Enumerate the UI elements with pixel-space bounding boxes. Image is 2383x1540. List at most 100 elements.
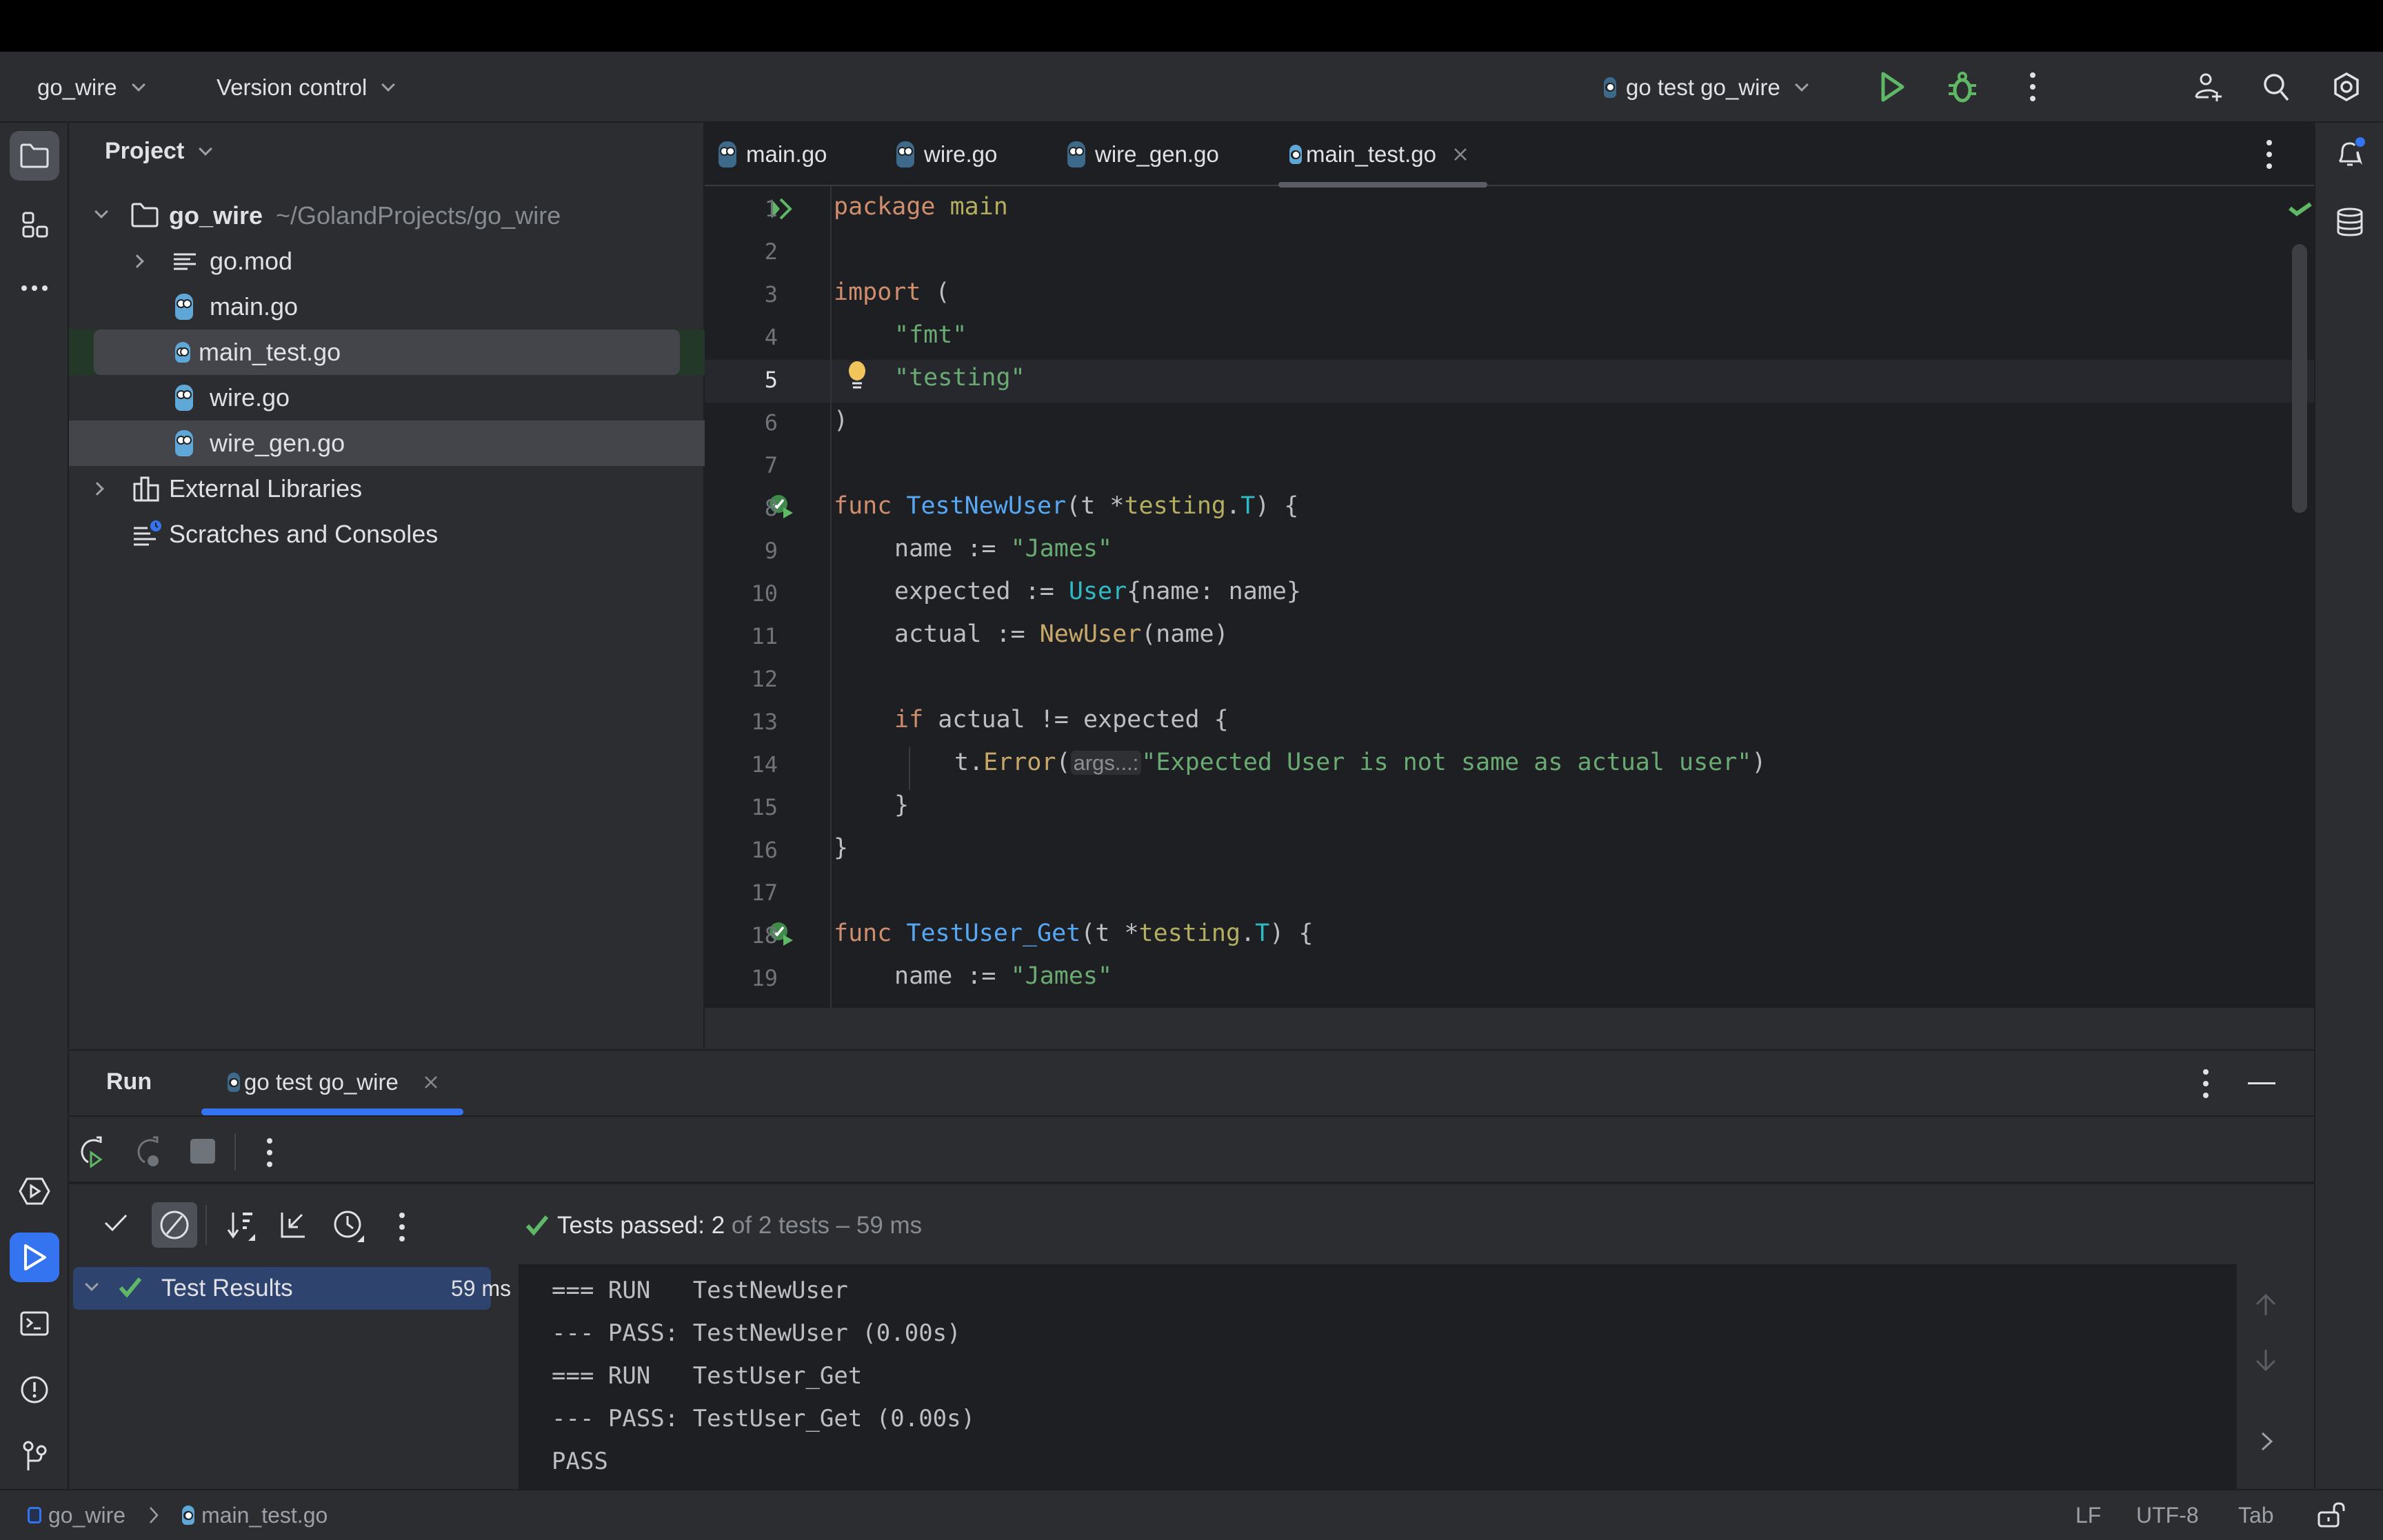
console-line: --- PASS: TestNewUser (0.00s) xyxy=(552,1319,961,1347)
breadcrumb-file[interactable]: main_test.go xyxy=(201,1503,328,1528)
run-panel-more-button[interactable] xyxy=(2202,1068,2209,1102)
project-icon xyxy=(20,143,49,168)
console-line: PASS xyxy=(552,1448,608,1475)
indent-setting[interactable]: Tab xyxy=(2238,1490,2274,1540)
code-line-9: name := "James" xyxy=(894,535,1113,563)
tree-item-scratches[interactable]: Scratches and Consoles xyxy=(69,511,705,557)
gopher-icon xyxy=(1604,77,1616,98)
minimize-icon[interactable] xyxy=(2248,1082,2275,1084)
breadcrumb: go_wire main_test.go xyxy=(28,1490,328,1540)
project-panel-title[interactable]: Project xyxy=(105,138,213,165)
tab-wire-go[interactable]: wire.go xyxy=(896,123,997,186)
notifications-button[interactable] xyxy=(2325,128,2375,178)
chevron-down-icon xyxy=(381,77,396,92)
gopher-icon xyxy=(182,1506,195,1525)
more-tools-button[interactable] xyxy=(10,263,59,313)
code-line-5: "testing" xyxy=(894,364,1025,392)
history-icon[interactable] xyxy=(332,1209,365,1244)
editor-more-button[interactable] xyxy=(2266,139,2273,173)
root-path: ~/GolandProjects/go_wire xyxy=(276,201,561,230)
unlock-icon[interactable] xyxy=(2317,1501,2347,1529)
services-tool-button[interactable] xyxy=(10,1166,59,1216)
run-config-selector[interactable]: go test go_wire xyxy=(1604,52,1809,123)
tree-item-external-libraries[interactable]: External Libraries xyxy=(69,466,705,511)
line-number: 7 xyxy=(764,452,778,478)
close-icon[interactable] xyxy=(1453,147,1468,162)
console-output[interactable]: === RUN TestNewUser --- PASS: TestNewUse… xyxy=(519,1264,2237,1490)
run-tool-button[interactable] xyxy=(10,1233,59,1282)
code-editor[interactable]: main.go wire.go wire_gen.go main_test.go… xyxy=(705,123,2314,1048)
line-number: 11 xyxy=(751,623,778,649)
gopher-icon xyxy=(896,141,914,168)
tree-item-wire-go[interactable]: wire.go xyxy=(69,375,705,421)
rerun-failed-icon[interactable] xyxy=(135,1136,165,1168)
line-number: 3 xyxy=(764,281,778,307)
code-line-3: import ( xyxy=(834,278,950,306)
tree-item-main-test-go[interactable]: main_test.go xyxy=(69,330,705,375)
gopher-icon xyxy=(228,1073,240,1092)
show-ignored-button[interactable] xyxy=(152,1202,197,1248)
arrow-down-icon[interactable] xyxy=(2255,1348,2277,1372)
line-number: 13 xyxy=(751,709,778,735)
tree-root-go-wire[interactable]: go_wire ~/GolandProjects/go_wire xyxy=(69,193,705,239)
tree-item-go-mod[interactable]: go.mod xyxy=(69,239,705,284)
run-tab-go-test[interactable]: go test go_wire xyxy=(201,1051,463,1115)
vcs-label: Version control xyxy=(217,74,368,100)
structure-tool-button[interactable] xyxy=(10,200,59,250)
settings-icon xyxy=(2334,72,2359,102)
tab-main-go[interactable]: main.go xyxy=(718,123,827,186)
close-icon[interactable] xyxy=(423,1075,439,1090)
line-separator[interactable]: LF xyxy=(2075,1490,2101,1540)
settings-button[interactable] xyxy=(2328,68,2365,105)
file-encoding[interactable]: UTF-8 xyxy=(2136,1490,2199,1540)
problems-icon xyxy=(21,1376,48,1404)
more-vertical-icon[interactable] xyxy=(266,1137,273,1168)
chevron-down-icon xyxy=(94,205,108,219)
database-button[interactable] xyxy=(2325,197,2375,247)
code-line-16: } xyxy=(834,834,849,862)
console-line: --- PASS: TestUser_Get (0.00s) xyxy=(552,1405,976,1432)
tree-item-wire-gen-go[interactable]: wire_gen.go xyxy=(69,421,705,466)
more-vertical-icon[interactable] xyxy=(399,1212,405,1242)
terminal-icon xyxy=(20,1311,49,1336)
module-icon xyxy=(28,1507,41,1523)
intention-bulb-icon[interactable] xyxy=(847,360,867,394)
arrow-up-icon[interactable] xyxy=(2255,1293,2277,1317)
terminal-tool-button[interactable] xyxy=(10,1299,59,1348)
chevron-down-icon xyxy=(199,141,213,156)
tab-wire-gen-go[interactable]: wire_gen.go xyxy=(1067,123,1219,186)
code-with-me-button[interactable] xyxy=(2191,68,2226,105)
chevron-down-icon xyxy=(1794,77,1809,92)
more-vertical-icon xyxy=(2203,1069,2209,1098)
git-tool-button[interactable] xyxy=(10,1431,59,1481)
run-config-label: go test go_wire xyxy=(1626,74,1780,100)
editor-scrollbar[interactable] xyxy=(2292,244,2307,513)
more-vertical-icon xyxy=(2030,72,2035,101)
run-button[interactable] xyxy=(1876,70,1910,104)
rerun-icon[interactable] xyxy=(79,1136,109,1168)
code-line-13: if actual != expected { xyxy=(894,706,1229,733)
project-tool-button[interactable] xyxy=(10,131,59,181)
toolbar-divider xyxy=(205,1205,207,1245)
debug-button[interactable] xyxy=(1943,68,1982,107)
tests-summary: Tests passed: 2 of 2 tests – 59 ms xyxy=(525,1187,922,1264)
show-passed-icon[interactable] xyxy=(103,1213,128,1234)
more-button[interactable] xyxy=(2020,70,2045,104)
tab-main-test-go[interactable]: main_test.go xyxy=(1278,123,1487,188)
structure-icon xyxy=(22,212,48,238)
line-number: 4 xyxy=(764,324,778,350)
inspection-ok-icon[interactable] xyxy=(2288,201,2313,216)
chevron-right-icon[interactable] xyxy=(2260,1431,2274,1452)
status-bar: go_wire main_test.go LF UTF-8 Tab xyxy=(0,1489,2383,1540)
search-button[interactable] xyxy=(2259,70,2293,104)
tree-item-main-go[interactable]: main.go xyxy=(69,284,705,330)
sort-icon[interactable] xyxy=(226,1210,258,1242)
stop-icon[interactable] xyxy=(190,1139,215,1164)
problems-tool-button[interactable] xyxy=(10,1365,59,1415)
breadcrumb-project[interactable]: go_wire xyxy=(48,1503,125,1528)
vcs-selector[interactable]: Version control xyxy=(217,52,396,123)
gopher-icon xyxy=(175,294,193,320)
project-selector[interactable]: go_wire xyxy=(37,52,145,123)
collapse-icon[interactable] xyxy=(280,1210,308,1239)
test-results-root[interactable]: Test Results 59 ms xyxy=(73,1267,511,1310)
